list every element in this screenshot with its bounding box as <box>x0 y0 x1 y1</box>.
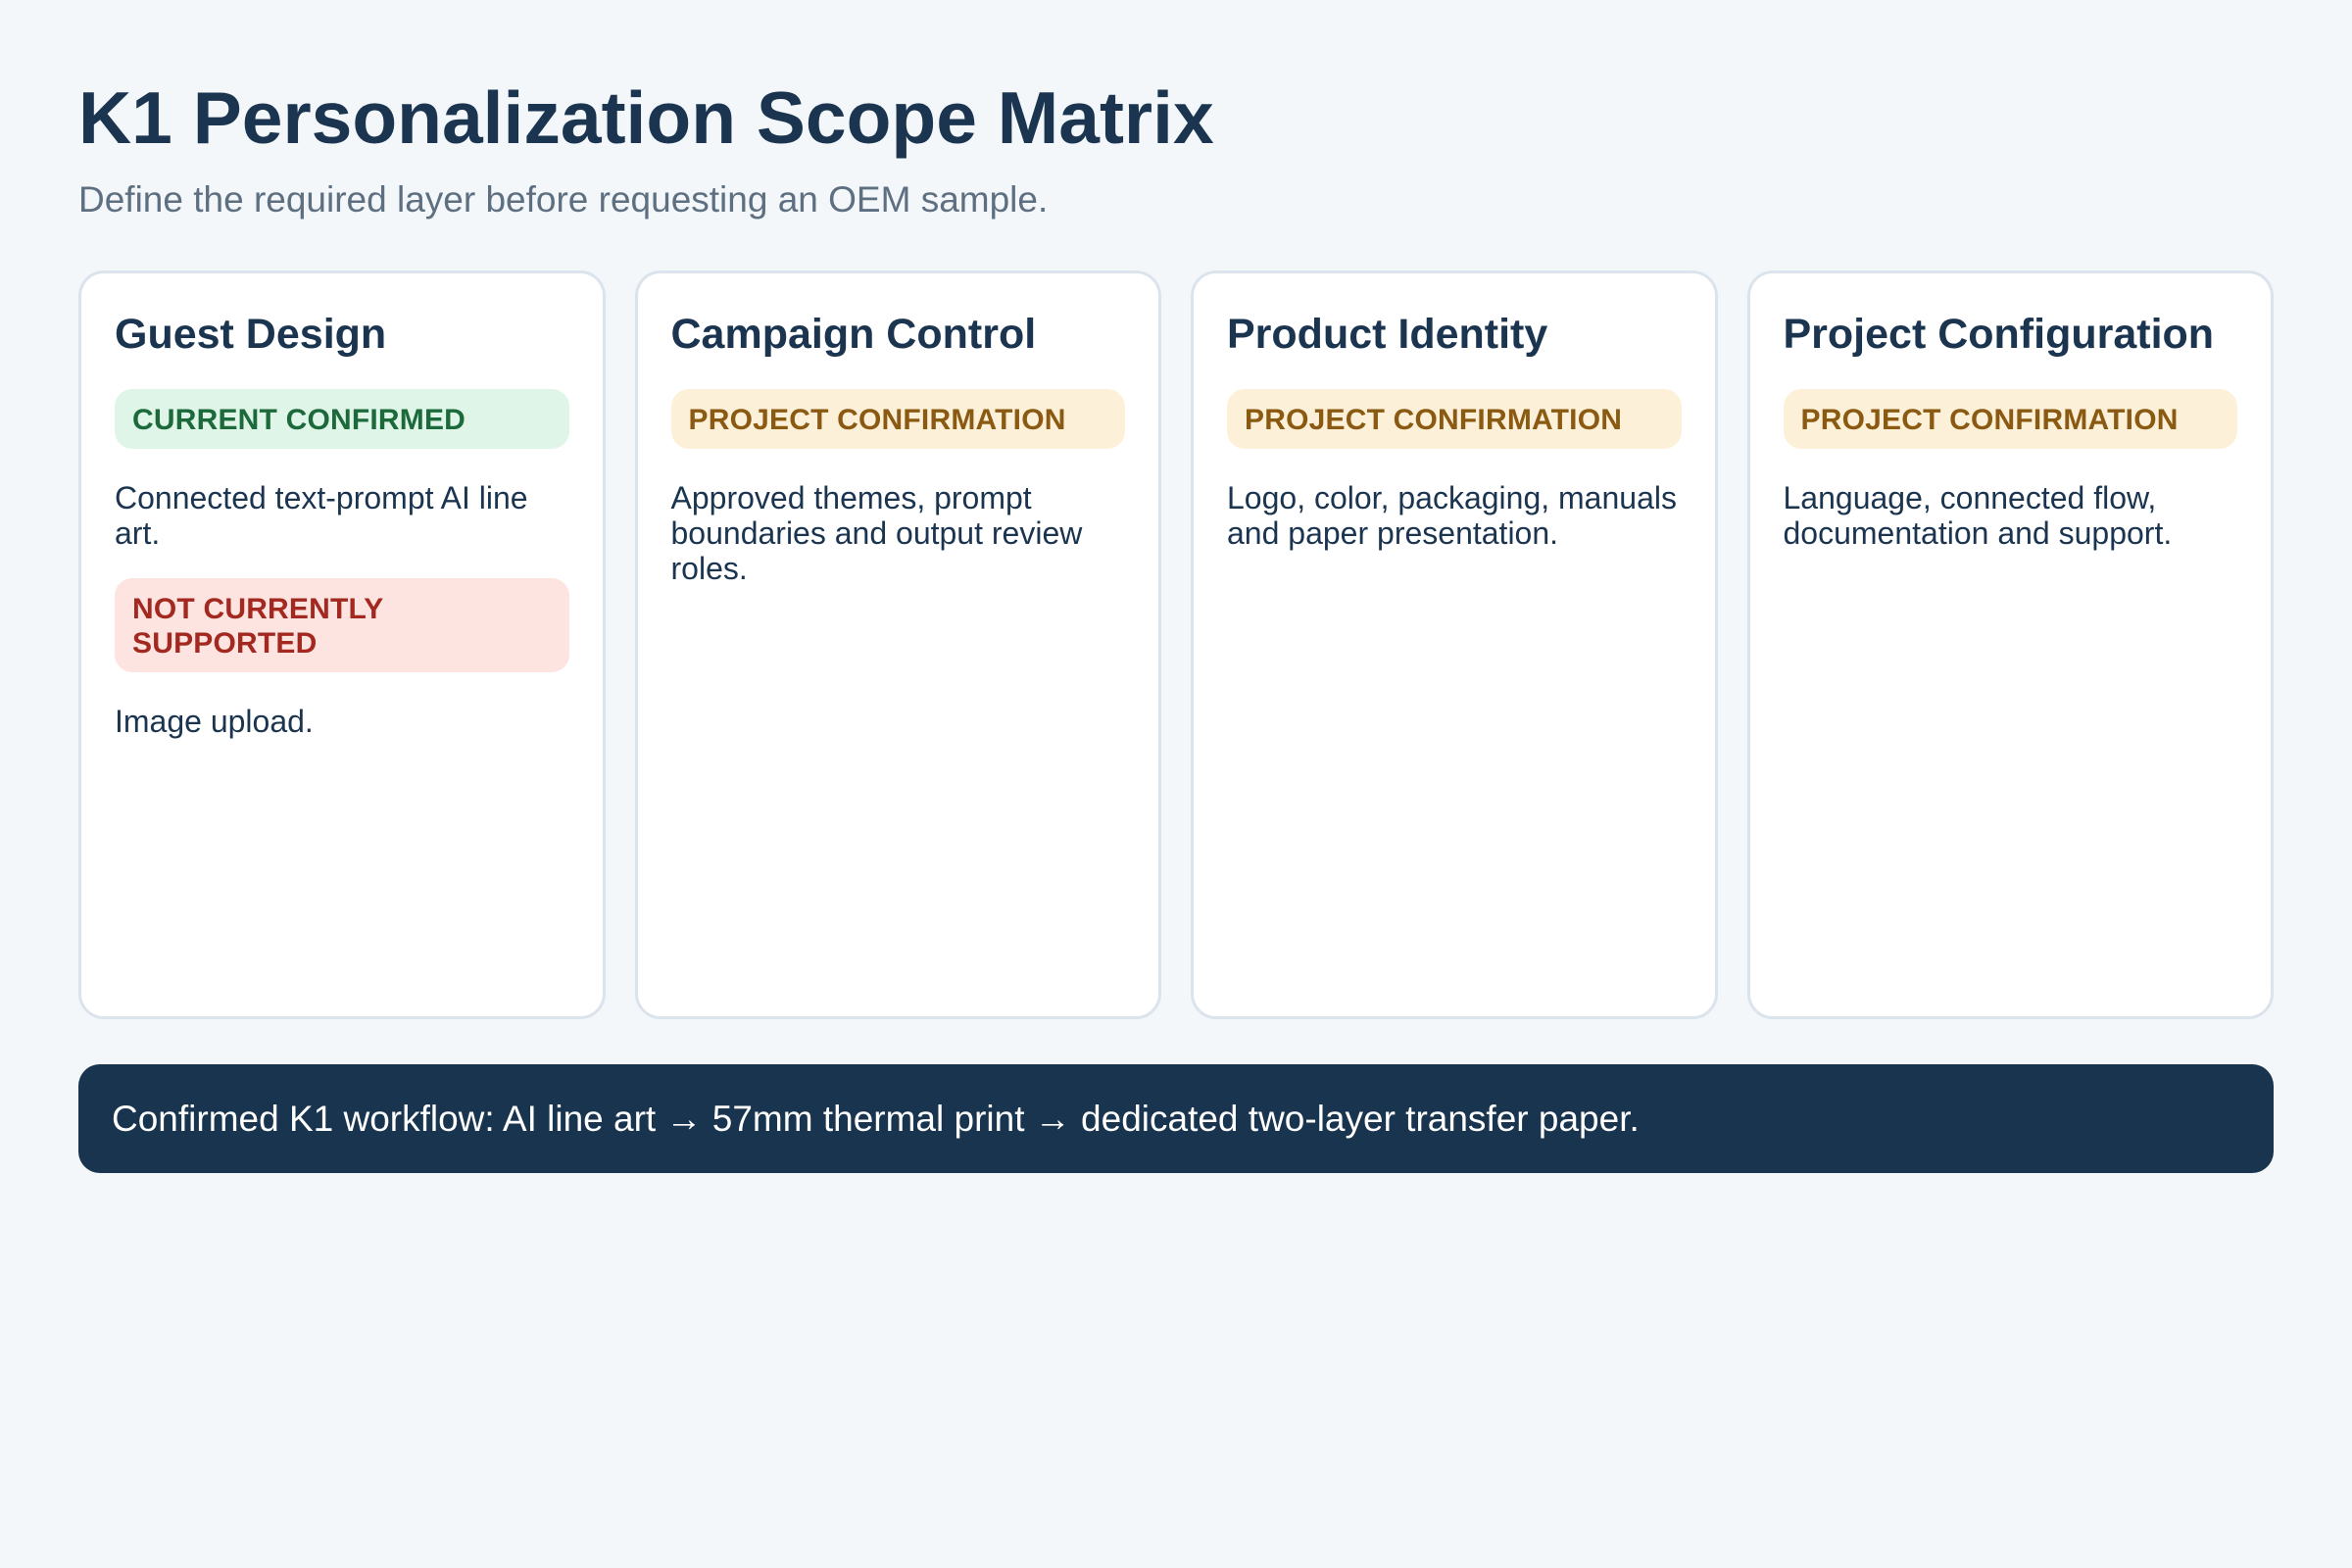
status-badge-project-confirmation: PROJECT CONFIRMATION <box>670 389 1125 449</box>
status-description: Approved themes, prompt boundaries and o… <box>670 480 1083 586</box>
card-title: Guest Design <box>115 311 387 358</box>
workflow-banner: Confirmed K1 workflow: AI line art → 57m… <box>78 1064 2274 1173</box>
status-description: Connected text-prompt AI line art. <box>115 480 528 551</box>
status-description: Logo, color, packaging, manuals and pape… <box>1227 480 1677 551</box>
status-badge-project-confirmation: PROJECT CONFIRMATION <box>1783 389 2237 449</box>
card-title: Product Identity <box>1227 311 1548 358</box>
card-title: Project Configuration <box>1783 311 2215 358</box>
card-title: Campaign Control <box>670 311 1037 358</box>
status-badge-current-confirmed: CURRENT CONFIRMED <box>115 389 569 449</box>
status-description: Image upload. <box>115 704 314 739</box>
status-badge-project-confirmation: PROJECT CONFIRMATION <box>1227 389 1682 449</box>
page-title: K1 Personalization Scope Matrix <box>78 76 1214 159</box>
card-project-configuration: Project Configuration PROJECT CONFIRMATI… <box>1746 270 2274 1019</box>
card-guest-design: Guest Design CURRENT CONFIRMED Connected… <box>78 270 606 1019</box>
status-badge-not-currently-supported: NOT CURRENTLY SUPPORTED <box>115 578 569 672</box>
card-product-identity: Product Identity PROJECT CONFIRMATION Lo… <box>1191 270 1718 1019</box>
scope-matrix: Guest Design CURRENT CONFIRMED Connected… <box>78 270 2274 1019</box>
card-campaign-control: Campaign Control PROJECT CONFIRMATION Ap… <box>634 270 1161 1019</box>
page-subtitle: Define the required layer before request… <box>78 179 1049 220</box>
workflow-banner-text: Confirmed K1 workflow: AI line art → 57m… <box>112 1098 1640 1139</box>
status-description: Language, connected flow, documentation … <box>1783 480 2173 551</box>
